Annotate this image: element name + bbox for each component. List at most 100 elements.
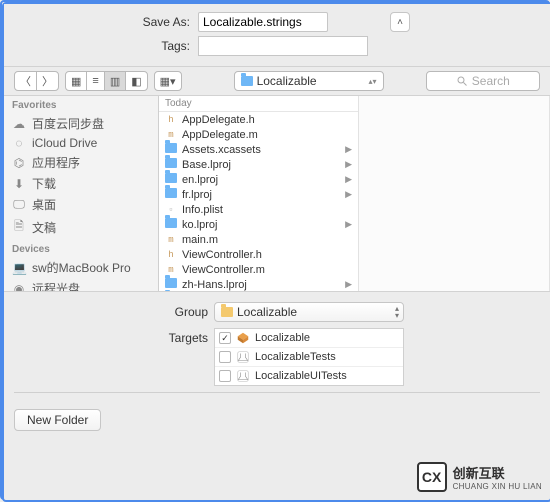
docs-icon: 🗎 [12,217,26,238]
file-row[interactable]: en.lproj ▶ [159,172,358,187]
nav-back-forward[interactable]: 〈 〉 [14,71,59,91]
disclosure-arrow-icon: ▶ [345,159,352,170]
new-folder-button[interactable]: New Folder [14,409,101,431]
folder-icon [241,76,253,86]
sidebar-item[interactable]: 💻 sw的MacBook Pro [4,257,158,278]
disc-icon: ◉ [12,282,26,292]
view-mode-segment[interactable]: ▦ ≡ ▥ ◧ [65,71,148,91]
watermark-logo: CX [417,462,447,492]
file-name: ViewController.h [182,249,262,261]
column-header: Today [159,96,358,112]
sidebar-item[interactable]: 🖵桌面 [4,194,158,215]
sidebar-item-label: 文稿 [32,219,56,236]
file-name: Assets.xcassets [182,144,261,156]
watermark-line1: 创新互联 [453,463,542,482]
header-file-icon: h [165,250,177,260]
target-name: LocalizableTests [255,351,336,363]
expand-collapse-button[interactable]: ˄ [390,12,410,32]
watermark-line2: CHUANG XIN HU LIAN [453,482,542,491]
targets-label: Targets [14,328,214,348]
sidebar-item[interactable]: ☁ 百度云同步盘 [4,113,158,134]
file-column[interactable]: TodayhAppDelegate.hmAppDelegate.mAssets.… [159,96,359,291]
sidebar-item[interactable]: 🗎 文稿 [4,215,158,240]
file-row[interactable]: Base.lproj ▶ [159,157,358,172]
impl-file-icon: m [165,265,177,275]
file-name: ko.lproj [182,219,217,231]
disclosure-arrow-icon: ▶ [345,219,352,230]
tags-input[interactable] [198,36,368,56]
save-as-input[interactable] [198,12,328,32]
sidebar-item-label: iCloud Drive [32,136,97,150]
disclosure-arrow-icon: ▶ [345,189,352,200]
file-row[interactable]: m ViewController.m [159,262,358,277]
search-placeholder: Search [472,74,510,88]
target-checkbox[interactable] [219,370,231,382]
group-popup[interactable]: Localizable ▴▾ [214,302,404,322]
file-row[interactable]: Assets.xcassets ▶ [159,142,358,157]
sidebar-item-label: 应用程序 [32,154,80,171]
target-row[interactable]: ✓ Localizable [215,329,403,347]
sidebar-item[interactable]: ⌬ 应用程序 [4,152,158,173]
file-row[interactable]: fr.lproj ▶ [159,187,358,202]
target-row[interactable]: LocalizableUITests [215,366,403,385]
file-icon: ▫ [165,205,177,215]
file-row[interactable]: mAppDelegate.m [159,127,358,142]
disclosure-arrow-icon: ▶ [345,279,352,290]
cloud-icon: ☁ [12,117,26,131]
file-row[interactable]: ▫ Info.plist [159,202,358,217]
mac-icon: 💻 [12,261,26,275]
app-target-icon [236,331,250,345]
disclosure-arrow-icon: ▶ [345,144,352,155]
file-name: en.lproj [182,174,218,186]
sidebar-item-label: sw的MacBook Pro [32,259,131,276]
file-name: Base.lproj [182,159,231,171]
disclosure-arrow-icon: ▶ [345,174,352,185]
file-name: AppDelegate.h [182,114,255,126]
file-row[interactable]: h ViewController.h [159,247,358,262]
impl-file-icon: m [165,130,177,140]
file-row[interactable]: ko.lproj ▶ [159,217,358,232]
sidebar-item-label: 下载 [32,175,56,192]
file-row[interactable]: h AppDelegate.h [159,112,358,127]
header-file-icon: h [165,115,177,125]
file-row[interactable]: zh-Hans.lproj ▶ [159,277,358,291]
sidebar: Favorites ☁ 百度云同步盘 ◌ iCloud Drive ⌬ 应用程序 ⬇ 下载 🖵桌面… [4,96,159,291]
search-field[interactable]: Search [426,71,540,91]
file-name: zh-Hans.lproj [182,279,247,291]
view-icon-columns[interactable]: ▥ [104,72,125,90]
group-label: Group [14,302,214,322]
file-name: Info.plist [182,204,223,216]
target-name: Localizable [255,332,310,344]
path-popup[interactable]: Localizable ▴▾ [234,71,384,91]
file-name: fr.lproj [182,189,212,201]
view-icon-list[interactable]: ≡ [86,72,103,90]
nav-forward-button[interactable]: 〉 [36,72,58,90]
targets-list[interactable]: ✓ Localizable LocalizableTests LocalizableU… [214,328,404,386]
path-label: Localizable [257,74,317,88]
test-target-icon [236,350,250,364]
sidebar-item-label: 百度云同步盘 [32,115,104,132]
view-icon-icons[interactable]: ▦ [66,72,86,90]
sidebar-item[interactable]: ⬇ 下载 [4,173,158,194]
sidebar-item[interactable]: ◌ iCloud Drive [4,134,158,152]
sidebar-item[interactable]: ◉远程光盘 [4,278,158,291]
tags-label: Tags: [14,39,194,53]
file-name: ViewController.m [182,264,265,276]
icloud-icon: ◌ [12,136,26,150]
file-row[interactable]: mmain.m [159,232,358,247]
sidebar-group-title: Favorites [4,96,158,113]
target-checkbox[interactable]: ✓ [219,332,231,344]
target-checkbox[interactable] [219,351,231,363]
arrange-menu[interactable]: ▦▾ [154,71,182,91]
watermark: CX 创新互联 CHUANG XIN HU LIAN [417,462,542,492]
download-icon: ⬇ [12,177,26,191]
nav-back-button[interactable]: 〈 [15,72,36,90]
impl-file-icon: m [165,235,177,245]
sidebar-group-title: Devices [4,240,158,257]
view-icon-coverflow[interactable]: ◧ [125,72,146,90]
folder-icon [165,188,177,201]
apps-icon: ⌬ [12,156,26,170]
folder-icon [221,307,233,317]
sidebar-item-label: 桌面 [32,196,56,213]
target-row[interactable]: LocalizableTests [215,347,403,366]
